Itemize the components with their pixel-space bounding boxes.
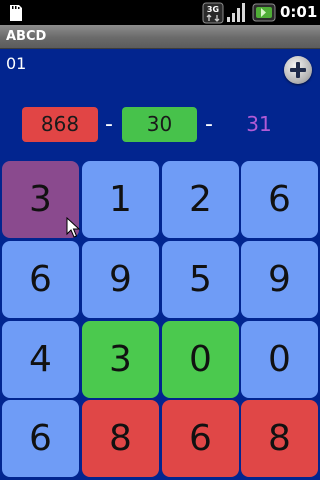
grid-tile[interactable]: 6 (2, 400, 79, 477)
grid-tile[interactable]: 2 (162, 161, 239, 238)
mouse-pointer-icon (66, 217, 80, 238)
level-label: 01 (6, 54, 27, 73)
title-bar: ABCD (0, 25, 320, 49)
grid-tile[interactable]: 4 (2, 321, 79, 398)
status-bar: 3G 0:01 (0, 0, 320, 25)
operator-minus-1: - (105, 112, 113, 137)
grid-tile[interactable]: 6 (162, 400, 239, 477)
grid-tile[interactable]: 9 (82, 241, 159, 318)
status-clock: 0:01 (280, 3, 318, 21)
grid-tile[interactable]: 1 (82, 161, 159, 238)
network-badge-text: 3G (207, 5, 219, 14)
app-screen: 3G 0:01 ABCD 01 868 - 30 - 31 3 1 2 6 6 … (0, 0, 320, 480)
grid-tile[interactable]: 0 (241, 321, 318, 398)
signal-icon (227, 3, 245, 22)
grid-tile[interactable]: 5 (162, 241, 239, 318)
plus-icon (290, 62, 306, 78)
add-button[interactable] (284, 56, 312, 84)
grid-tile[interactable]: 9 (241, 241, 318, 318)
grid-tile[interactable]: 8 (82, 400, 159, 477)
network-3g-icon: 3G (202, 2, 224, 24)
grid-tile[interactable]: 3 (82, 321, 159, 398)
operand-b-box: 30 (122, 107, 197, 142)
battery-icon (252, 3, 276, 22)
sd-card-icon (10, 5, 22, 21)
operand-a-box: 868 (22, 107, 98, 142)
equation-result: 31 (246, 112, 272, 136)
number-grid: 3 1 2 6 6 9 5 9 4 3 0 0 6 8 6 8 (0, 159, 320, 479)
grid-tile[interactable]: 0 (162, 321, 239, 398)
operator-minus-2: - (205, 112, 213, 137)
grid-tile[interactable]: 6 (2, 241, 79, 318)
app-title: ABCD (6, 29, 47, 44)
grid-tile[interactable]: 6 (241, 161, 318, 238)
grid-tile[interactable]: 8 (241, 400, 318, 477)
